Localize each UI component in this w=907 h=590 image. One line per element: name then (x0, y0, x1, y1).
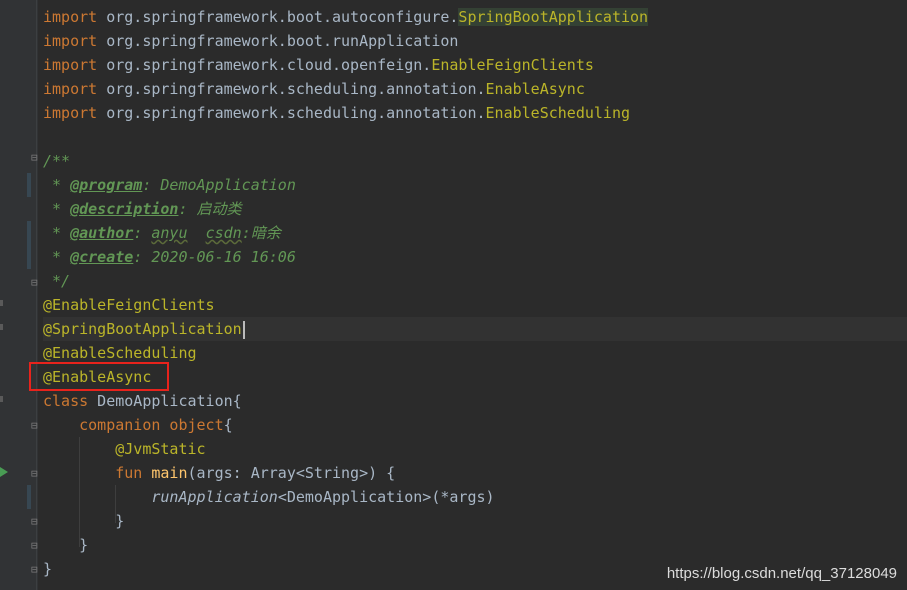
import-class: EnableScheduling (485, 104, 631, 122)
gutter-divider (36, 0, 37, 590)
doc-line-program: * @program: DemoApplication (43, 176, 296, 194)
doc-tag: @author (70, 224, 134, 242)
keyword: import (43, 80, 98, 98)
editor-gutter (0, 0, 38, 590)
annotation-enable-scheduling: @EnableScheduling (43, 344, 197, 362)
change-marker (27, 485, 31, 509)
import-path: org.springframework.scheduling.annotatio… (106, 80, 486, 98)
keyword: import (43, 32, 98, 50)
author-site: csdn (205, 224, 242, 242)
doc-line-create: * @create: 2020-06-16 16:06 (43, 248, 296, 266)
run-function: runApplication (151, 488, 278, 506)
companion-declaration: companion object{ (79, 416, 233, 434)
doc-line-description: * @description: 启动类 (43, 200, 242, 218)
brace-inner: } (115, 512, 125, 530)
doc-comment-open: /** (43, 152, 71, 170)
doc-comment-close: */ (43, 272, 71, 290)
import-path: org.springframework.scheduling.annotatio… (106, 104, 486, 122)
doc-tag: @create (70, 248, 134, 266)
annotation-springboot: @SpringBootApplication (43, 320, 242, 338)
annotation-enable-feign: @EnableFeignClients (43, 296, 215, 314)
run-call: runApplication<DemoApplication>(*args) (151, 488, 495, 506)
code-line: import org.springframework.cloud.openfei… (43, 53, 907, 77)
annotation-enable-async: @EnableAsync (43, 368, 152, 386)
doc-line-author: * @author: anyu csdn:暗余 (43, 224, 281, 242)
change-marker (27, 221, 31, 245)
code-line: import org.springframework.scheduling.an… (43, 77, 907, 101)
brace-mid: } (79, 536, 89, 554)
fold-icon[interactable]: ⊟ (31, 277, 41, 289)
keyword: fun (115, 464, 143, 482)
code-line-current: @SpringBootApplication (43, 317, 907, 341)
import-class: EnableFeignClients (431, 56, 594, 74)
watermark: https://blog.csdn.net/qq_37128049 (666, 565, 897, 582)
fold-icon[interactable]: ⊟ (31, 468, 41, 480)
fun-declaration: fun main(args: Array<String>) { (115, 464, 396, 482)
import-path: org.springframework.boot.runApplication (106, 32, 459, 50)
code-line: import org.springframework.boot.runAppli… (43, 29, 907, 53)
keyword: import (43, 8, 98, 26)
highlight-box (29, 362, 169, 391)
fold-icon[interactable]: ⊟ (31, 152, 41, 164)
fold-icon[interactable]: ⊟ (31, 564, 41, 576)
fold-icon[interactable]: ⊟ (31, 420, 41, 432)
annotation-jvmstatic: @JvmStatic (115, 440, 206, 458)
class-declaration: class DemoApplication{ (43, 392, 242, 410)
gutter-mark (0, 396, 3, 402)
function-name: main (151, 464, 188, 482)
keyword: companion object (79, 416, 224, 434)
change-marker (27, 245, 31, 269)
fold-icon[interactable]: ⊟ (31, 540, 41, 552)
code-line: import org.springframework.boot.autoconf… (43, 5, 907, 29)
import-path: org.springframework.boot.autoconfigure. (106, 8, 459, 26)
import-path: org.springframework.cloud.openfeign. (106, 56, 432, 74)
doc-tag: @program (70, 176, 143, 194)
change-marker (27, 173, 31, 197)
author-name: anyu (151, 224, 188, 242)
import-class: SpringBootApplication (458, 8, 649, 26)
gutter-mark (0, 300, 3, 306)
keyword: import (43, 104, 98, 122)
keyword: class (43, 392, 89, 410)
gutter-mark (0, 324, 3, 330)
code-editor[interactable]: import org.springframework.boot.autoconf… (43, 5, 907, 581)
text-caret (242, 320, 245, 339)
doc-tag: @description (70, 200, 179, 218)
fold-icon[interactable]: ⊟ (31, 516, 41, 528)
import-class: EnableAsync (485, 80, 585, 98)
code-line: import org.springframework.scheduling.an… (43, 101, 907, 125)
run-icon[interactable] (0, 467, 8, 477)
keyword: import (43, 56, 98, 74)
